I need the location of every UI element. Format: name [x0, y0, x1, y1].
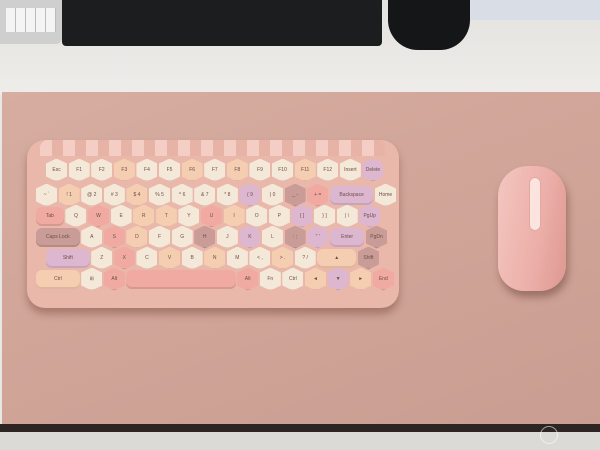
key: Backspace [329, 185, 374, 205]
keyboard-top-ridge [40, 140, 385, 156]
key: ▲ [317, 248, 357, 268]
key: Caps Lock [36, 227, 80, 247]
other-keyboard [0, 0, 62, 44]
desk-mat-edge [0, 424, 600, 432]
mouse-scroll-wheel [530, 178, 540, 230]
monitor-stand [62, 0, 382, 46]
background-object [470, 0, 600, 20]
desk-edge [0, 432, 600, 450]
key: Ctrl [36, 269, 80, 289]
watermark-logo-icon [540, 426, 558, 444]
key: Enter [329, 227, 365, 247]
key: Tab [36, 206, 64, 226]
space-bar [126, 269, 236, 289]
key: Shift [46, 248, 90, 268]
speaker [388, 0, 470, 50]
